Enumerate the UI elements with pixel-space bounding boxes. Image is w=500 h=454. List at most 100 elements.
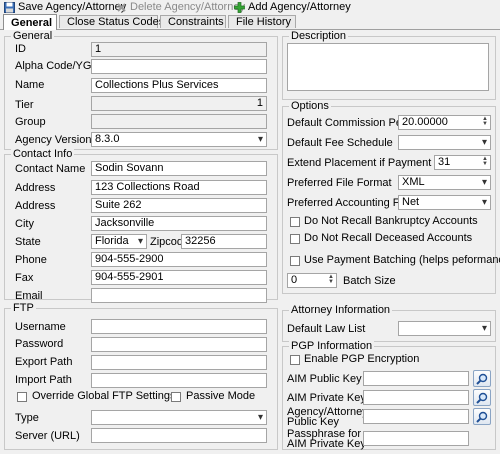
aim-public-key-browse-button[interactable] [473,370,491,387]
override-ftp-checkbox[interactable] [17,392,27,402]
passphrase-label-line2: AIM Private Key [287,438,366,450]
save-agency-button[interactable]: Save Agency/Attorney [4,0,126,14]
tab-general[interactable]: General [3,14,57,30]
username-label: Username [15,321,66,333]
server-url-label: Server (URL) [15,430,80,442]
import-path-label: Import Path [15,374,72,386]
agency-public-key-label-line2: Public Key [287,416,339,428]
delete-label: Delete Agency/Attorney [130,0,245,13]
contact-info-group: Contact Info Contact Name Sodin Sovann A… [4,148,278,303]
ftp-type-select[interactable] [91,410,267,425]
phone-input[interactable]: 904-555-2900 [91,252,267,267]
payment-batching-label: Use Payment Batching (helps peformance) [304,254,500,266]
contact-name-label: Contact Name [15,163,86,175]
extend-placement-input[interactable]: 31 ▲ ▼ [434,155,491,170]
commission-value: 20.00000 [402,116,448,128]
attorney-info-legend: Attorney Information [289,304,393,316]
general-group: General ID 1 Alpha Code/YGC ID Name Coll… [4,30,278,150]
agency-public-key-input[interactable] [363,409,469,424]
accounting-format-select[interactable]: Net [398,195,491,210]
import-path-input[interactable] [91,373,267,388]
options-group: Options Default Commission Percentage 20… [282,100,500,294]
email-input[interactable] [91,288,267,303]
fee-schedule-select[interactable] [398,135,491,150]
ftp-password-input[interactable] [91,337,267,352]
default-law-list-select[interactable] [398,321,491,336]
magnifier-icon [476,373,488,385]
save-icon [4,1,15,13]
tab-strip: General Close Status Codes Constraints F… [0,14,500,30]
zipcode-input[interactable]: 32256 [181,234,267,249]
file-format-label: Preferred File Format [287,177,392,189]
agency-version-label: Agency Version [15,134,92,146]
tier-field: 1 [91,96,267,111]
no-recall-deceased-label: Do Not Recall Deceased Accounts [304,232,473,244]
fee-schedule-label: Default Fee Schedule [287,137,393,149]
aim-private-key-browse-button[interactable] [473,389,491,406]
state-select[interactable]: Florida [91,234,147,249]
extend-placement-value: 31 [438,156,451,168]
description-textarea[interactable] [287,43,489,91]
contact-info-legend: Contact Info [11,148,75,160]
fax-input[interactable]: 904-555-2901 [91,270,267,285]
batch-size-spinner[interactable]: ▲ ▼ [327,274,335,286]
passive-mode-checkbox[interactable] [171,392,181,402]
batch-size-value: 0 [291,274,298,286]
delete-agency-button[interactable]: Delete Agency/Attorney [116,0,245,14]
group-label: Group [15,116,46,128]
tab-constraints[interactable]: Constraints [160,15,226,28]
add-icon [234,1,245,13]
type-label: Type [15,412,39,424]
enable-pgp-checkbox[interactable] [290,355,300,365]
passphrase-input[interactable] [363,431,469,446]
tab-file-history[interactable]: File History [228,15,296,28]
aim-public-key-input[interactable] [363,371,469,386]
agency-version-select[interactable]: 8.3.0 [91,132,267,147]
description-group: Description [282,30,496,100]
password-label: Password [15,338,64,350]
no-recall-deceased-checkbox[interactable] [290,234,300,244]
no-recall-bankruptcy-checkbox[interactable] [290,217,300,227]
address1-input[interactable]: 123 Collections Road [91,180,267,195]
city-label: City [15,218,34,230]
aim-private-key-label: AIM Private Key [287,392,366,404]
delete-icon [116,2,127,13]
server-url-input[interactable] [91,428,267,443]
payment-batching-checkbox[interactable] [290,256,300,266]
file-format-select[interactable]: XML [398,175,491,190]
ftp-username-input[interactable] [91,319,267,334]
general-tab-panel: General ID 1 Alpha Code/YGC ID Name Coll… [2,30,500,453]
aim-private-key-input[interactable] [363,390,469,405]
city-input[interactable]: Jacksonville [91,216,267,231]
contact-name-input[interactable]: Sodin Sovann [91,161,267,176]
extend-placement-spinner[interactable]: ▲ ▼ [481,156,489,168]
id-field: 1 [91,42,267,57]
general-legend: General [11,30,55,42]
toolbar: Save Agency/Attorney Delete Agency/Attor… [0,0,500,14]
export-path-label: Export Path [15,356,73,368]
tab-close-status-codes[interactable]: Close Status Codes [59,15,164,28]
id-label: ID [15,43,26,55]
save-label: Save Agency/Attorney [18,0,127,13]
default-law-list-label: Default Law List [287,323,366,335]
magnifier-icon [476,411,488,423]
no-recall-bankruptcy-label: Do Not Recall Bankruptcy Accounts [304,215,478,227]
phone-label: Phone [15,254,47,266]
options-legend: Options [289,100,331,112]
group-field [91,114,267,129]
add-agency-button[interactable]: Add Agency/Attorney [234,0,351,14]
address2-input[interactable]: Suite 262 [91,198,267,213]
address2-label: Address [15,200,56,212]
alpha-code-input[interactable] [91,59,267,74]
description-legend: Description [289,30,349,42]
passive-mode-label: Passive Mode [186,390,256,402]
agency-public-key-browse-button[interactable] [473,408,491,425]
commission-input[interactable]: 20.00000 ▲ ▼ [398,115,491,130]
export-path-input[interactable] [91,355,267,370]
name-label: Name [15,79,45,91]
commission-spinner[interactable]: ▲ ▼ [481,116,489,128]
enable-pgp-label: Enable PGP Encryption [304,353,420,365]
batch-size-input[interactable]: 0 ▲ ▼ [287,273,337,288]
name-input[interactable]: Collections Plus Services [91,78,267,93]
pgp-info-group: PGP Information Enable PGP Encryption AI… [282,340,496,450]
